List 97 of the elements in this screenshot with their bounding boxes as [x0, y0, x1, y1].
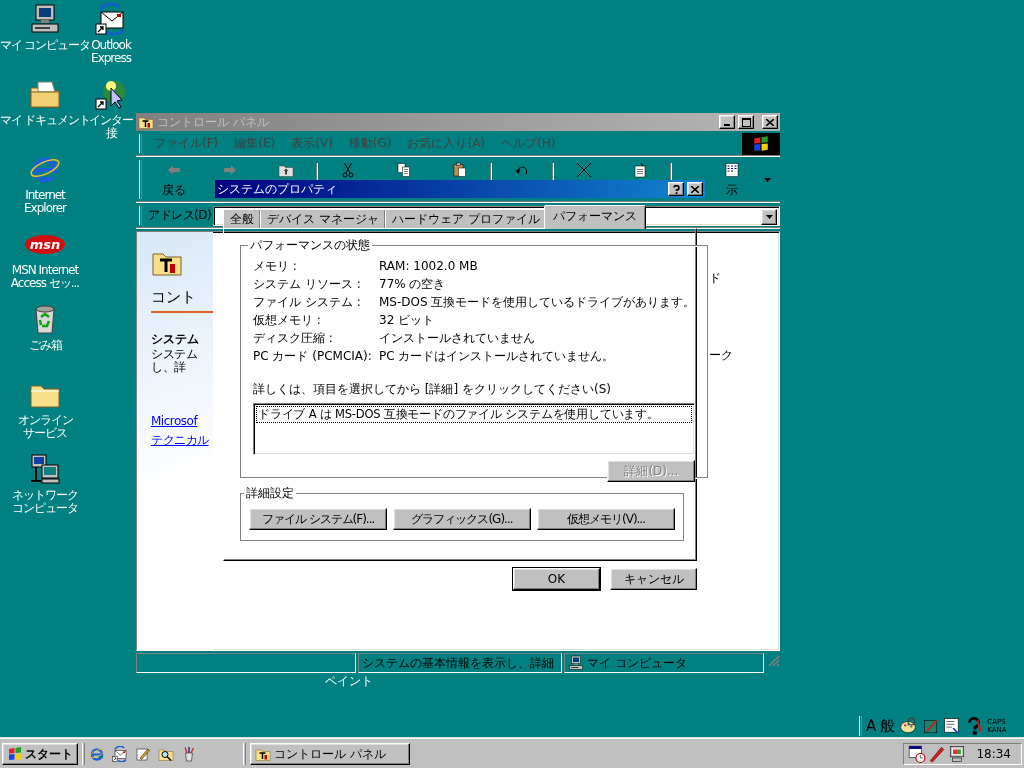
icon-label[interactable]: インター 接	[89, 114, 133, 140]
document-folder-icon	[29, 78, 61, 110]
icon-label[interactable]: マイ コンピュータ	[0, 39, 91, 52]
field-value: インストールされていません	[379, 330, 536, 346]
computer-icon	[29, 3, 61, 35]
question-mark-icon	[965, 717, 984, 735]
control-panel-folder-icon	[255, 746, 271, 762]
field-value: MS-DOS 互換モードを使用しているドライブがあります。	[379, 294, 696, 310]
close-icon	[691, 185, 699, 193]
input-mode-button[interactable]: A	[866, 717, 877, 735]
windows-flag-icon	[752, 134, 770, 153]
logo: msn	[24, 234, 66, 254]
item-label: ド	[709, 270, 722, 287]
mail-shortcut-icon	[95, 3, 127, 35]
group-title: パフォーマンスの状態	[249, 237, 371, 254]
windows-flag-icon	[7, 746, 23, 762]
tab[interactable]: パフォーマンス	[543, 205, 646, 229]
settings-button[interactable]: 仮想メモリ(V)...	[537, 508, 675, 530]
monitor-icon	[948, 745, 967, 763]
resize-grip-icon[interactable]	[766, 653, 780, 667]
field-label: ディスク圧縮 :	[253, 330, 334, 346]
icon-label[interactable]: ネットワーク コンピュータ	[12, 489, 78, 515]
field-label: PC カード (PCMCIA):	[253, 348, 373, 364]
field-label: ファイル システム :	[253, 294, 362, 310]
item-label: ーク	[709, 347, 734, 364]
copy-pages-icon	[396, 161, 412, 178]
magnifier-folder-icon	[158, 746, 174, 762]
properties-page-icon	[632, 161, 648, 178]
tab[interactable]: デバイス マネージャ	[260, 209, 386, 228]
field-value: 77% の空き	[379, 276, 447, 292]
list-box[interactable]: ドライブ A は MS-DOS 互換モードのファイル システムを使用しています。	[253, 403, 696, 455]
tab[interactable]: 全般	[223, 209, 261, 228]
field-value: PC カードはインストールされていません。	[379, 348, 616, 364]
group-title: 詳細設定	[245, 485, 295, 502]
cancel-button[interactable]: キャンセル	[610, 568, 697, 590]
link[interactable]: Microsof	[151, 414, 198, 428]
close-icon	[766, 118, 774, 126]
dropdown-button[interactable]	[761, 208, 777, 225]
close-button[interactable]	[687, 182, 703, 196]
status-text: システムの基本情報を表示し、詳細	[358, 653, 562, 673]
start-button[interactable]: スタート	[2, 743, 78, 765]
section-text: システム	[151, 348, 197, 361]
globe-arrow-shortcut-icon	[95, 78, 127, 110]
icon-label[interactable]: マイ ドキュメント	[0, 114, 91, 127]
field-label: 仮想メモリ :	[253, 312, 322, 328]
quick-launch-button[interactable]	[158, 746, 174, 762]
taskbar-button[interactable]: コントロール パネル	[250, 743, 410, 765]
icon-label[interactable]: Internet Explorer	[24, 189, 66, 215]
close-button[interactable]	[762, 115, 778, 129]
pane-heading: コント	[151, 288, 213, 313]
x-mark-icon	[576, 161, 592, 178]
icon-label[interactable]: MSN Internet Access セッ...	[10, 264, 80, 290]
dictionary-icon	[943, 717, 962, 735]
link[interactable]: テクニカル	[151, 432, 209, 449]
address-label: アドレス(D)	[148, 207, 212, 224]
maximize-icon	[741, 117, 751, 127]
calendar-clock-icon	[908, 745, 927, 763]
quick-launch-button[interactable]	[112, 746, 128, 762]
minimize-button[interactable]	[719, 115, 735, 129]
browser-e-icon	[89, 746, 105, 762]
field-value: 32 ビット	[379, 312, 436, 328]
window-title: システムのプロパティ	[217, 180, 338, 198]
icon-label[interactable]: ペイント	[325, 673, 373, 690]
settings-button[interactable]: ファイル システム(F)...	[249, 508, 387, 530]
settings-button[interactable]: グラフィックス(G)...	[393, 508, 531, 530]
section-title: システム	[151, 331, 199, 348]
list-label: 詳しくは、項目を選択してから [詳細] をクリックしてください(S)	[253, 381, 612, 398]
ime-pad-icon	[921, 717, 940, 735]
field-label: メモリ :	[253, 258, 298, 274]
caret-icon[interactable]	[764, 177, 771, 182]
scissors-icon	[340, 161, 356, 178]
mail-shortcut-icon	[112, 746, 128, 762]
control-panel-folder-icon	[138, 114, 154, 130]
list-item[interactable]: ドライブ A は MS-DOS 互換モードのファイル システムを使用しています。	[256, 406, 693, 423]
pen-icon	[928, 745, 947, 763]
section-text: し、詳	[151, 361, 186, 374]
ok-button[interactable]: OK	[513, 568, 600, 590]
pencil-note-icon	[135, 746, 151, 762]
field-label: システム リソース :	[253, 276, 362, 292]
tab[interactable]: ハードウェア プロファイル	[384, 209, 547, 228]
question-mark-icon	[672, 184, 680, 194]
zone-label: マイ コンピュータ	[587, 654, 687, 672]
help-button[interactable]	[668, 182, 684, 196]
caret-icon	[765, 214, 773, 219]
view-grid-icon	[724, 161, 740, 178]
icon-label[interactable]: オンライン サービス	[17, 414, 73, 440]
clock: 18:34	[976, 747, 1011, 761]
icon-label[interactable]: ごみ箱	[28, 339, 62, 352]
toolbar-button[interactable]: 示	[704, 159, 760, 200]
conversion-mode-button[interactable]: 般	[880, 716, 896, 736]
icon-label[interactable]: Outlook Express	[91, 39, 131, 65]
toolbar-button[interactable]: 戻る	[146, 159, 202, 200]
palette-icon	[899, 717, 918, 735]
field-value: RAM: 1002.0 MB	[379, 258, 479, 274]
network-computers-icon	[29, 453, 61, 485]
clipboard-icon	[452, 161, 468, 178]
maximize-button[interactable]	[738, 115, 754, 129]
